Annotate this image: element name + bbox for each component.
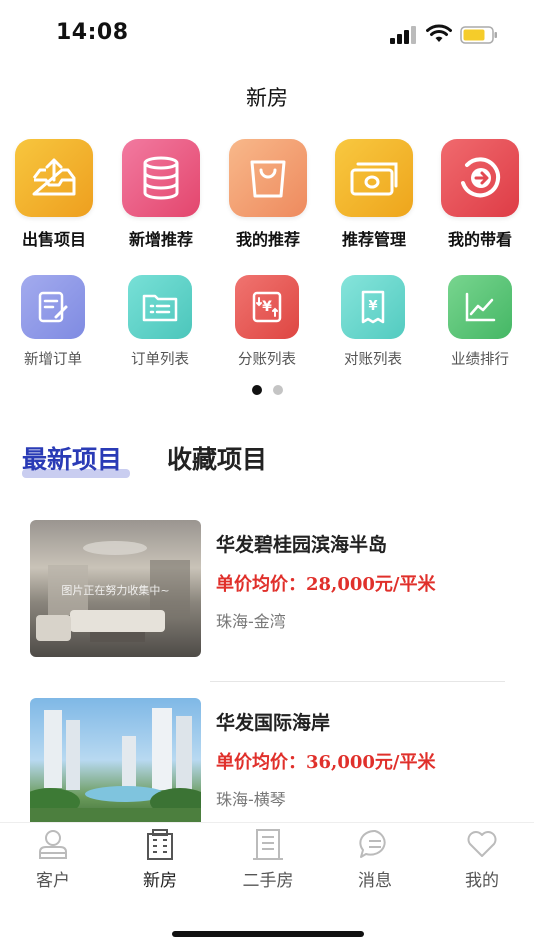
tab-label: 消息 [358, 871, 392, 891]
battery-icon [460, 26, 497, 44]
svg-text:¥: ¥ [368, 299, 377, 314]
status-time: 14:08 [56, 20, 129, 45]
image-caption: 图片正在努力收集中~ [61, 584, 170, 597]
secondary-action-label: 新增订单 [24, 352, 82, 368]
project-location: 珠海-金湾 [216, 612, 286, 631]
svg-text:¥: ¥ [262, 299, 272, 315]
primary-action-label: 出售项目 [21, 230, 86, 249]
folder-list-icon [128, 275, 192, 339]
tab-label: 客户 [36, 871, 70, 891]
home-indicator [172, 931, 364, 937]
second-hand-house-icon [250, 827, 286, 861]
secondary-action-label: 分账列表 [238, 352, 296, 368]
edit-doc-icon [21, 275, 85, 339]
tab-label: 新房 [143, 871, 177, 891]
heart-icon [464, 827, 500, 861]
database-icon [122, 139, 200, 217]
upload-tray-icon [15, 139, 93, 217]
project-location: 珠海-横琴 [216, 790, 286, 809]
pager-dot-active[interactable] [252, 385, 262, 395]
new-house-icon [142, 827, 178, 861]
project-name: 华发国际海岸 [216, 712, 331, 734]
project-image [30, 698, 201, 822]
yuan-receipt-icon: ¥ [341, 275, 405, 339]
tab-label: 我的 [465, 871, 499, 891]
secondary-action-label: 订单列表 [131, 352, 189, 368]
project-image: 图片正在努力收集中~ [30, 520, 201, 657]
tab-latest-projects[interactable]: 最新项目 [22, 440, 122, 476]
trend-chart-icon [448, 275, 512, 339]
signal-icon [390, 26, 416, 44]
divider [210, 681, 505, 682]
tab-favorite-projects[interactable]: 收藏项目 [167, 440, 267, 476]
message-icon [357, 827, 393, 861]
wifi-icon [426, 24, 452, 42]
project-price: 单价均价：28,000元/平米 [216, 574, 436, 595]
pager-dot[interactable] [273, 385, 283, 395]
page-title: 新房 [246, 86, 288, 110]
primary-action-label: 推荐管理 [341, 230, 406, 249]
project-name: 华发碧桂园滨海半岛 [216, 534, 388, 556]
tab-label: 二手房 [242, 871, 294, 891]
money-icon [335, 139, 413, 217]
project-price: 单价均价：36,000元/平米 [216, 752, 436, 773]
primary-action-label: 我的带看 [447, 230, 512, 249]
secondary-action-label: 业绩排行 [451, 352, 509, 368]
arrow-circle-icon [441, 139, 519, 217]
primary-action-label: 新增推荐 [128, 230, 193, 249]
yuan-exchange-icon: ¥ [235, 275, 299, 339]
customer-icon [35, 827, 71, 861]
shopping-bag-icon [229, 139, 307, 217]
secondary-action-label: 对账列表 [344, 352, 402, 368]
primary-action-label: 我的推荐 [235, 230, 300, 249]
